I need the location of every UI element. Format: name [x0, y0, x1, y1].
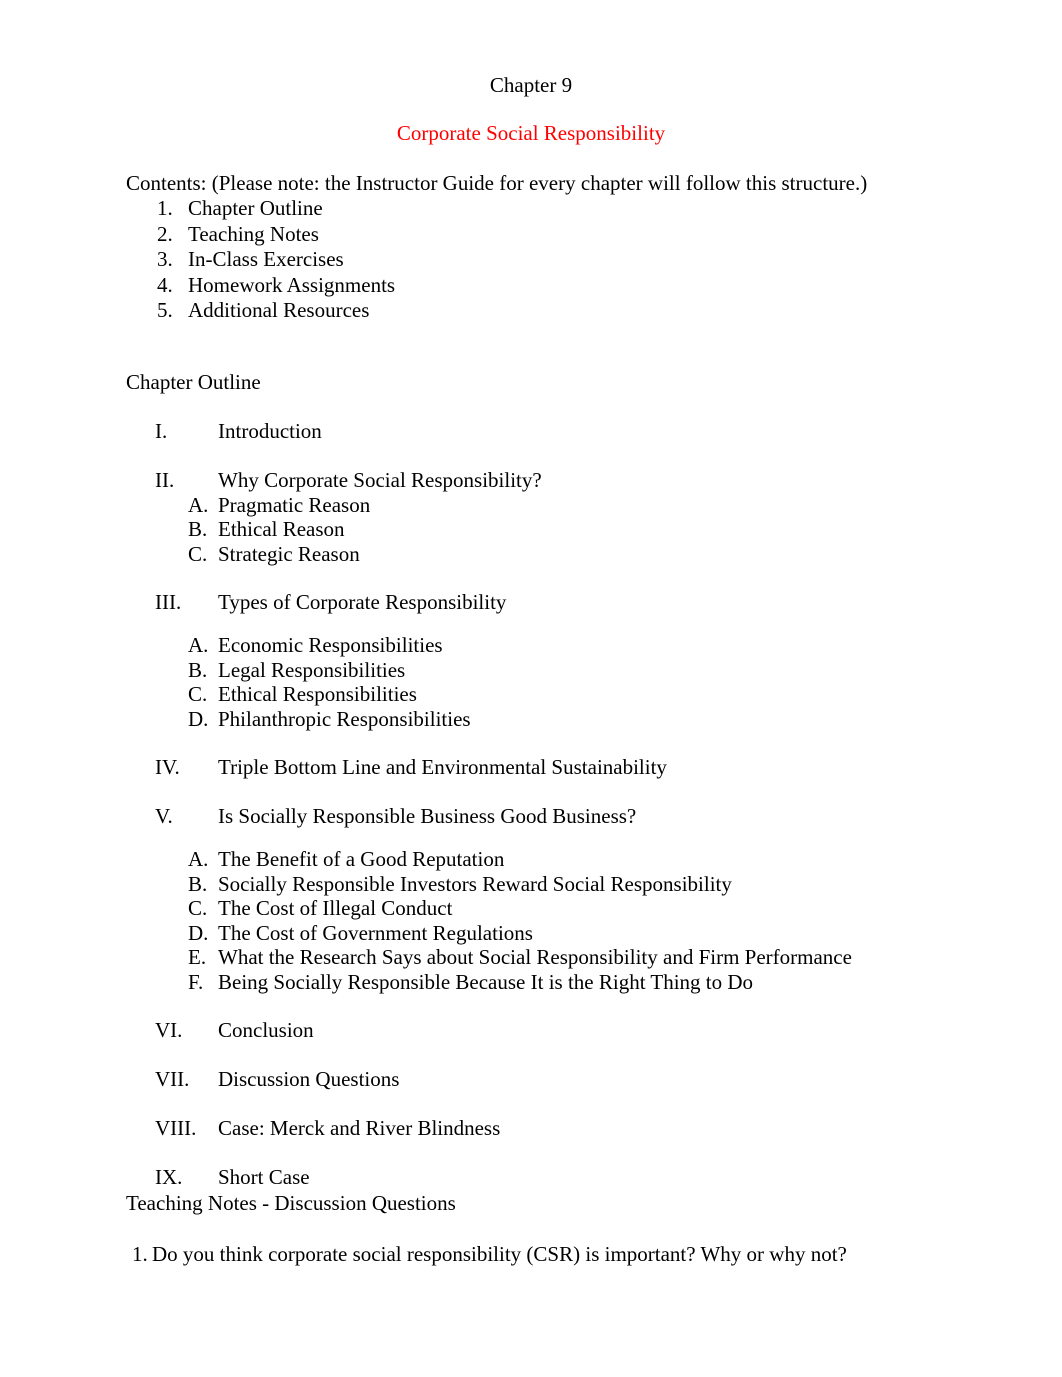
discussion-question: 1. Do you think corporate social responsi… [126, 1216, 1032, 1267]
outline-subitem-letter: B. [188, 517, 208, 541]
outline-subitem: B. Socially Responsible Investors Reward … [126, 872, 1032, 897]
outline-section-title: Why Corporate Social Responsibility? [218, 467, 542, 492]
outline-subitem: B. Legal Responsibilities [126, 658, 1032, 683]
outline-section-numeral: IV. [155, 755, 180, 779]
outline-subitem-label: Economic Responsibilities [218, 633, 443, 657]
outline-subitem-letter: C. [188, 896, 208, 920]
contents-item-label: Teaching Notes [188, 221, 319, 246]
outline-subitem-label: Philanthropic Responsibilities [218, 706, 471, 731]
outline-section-title: Case: Merck and River Blindness [218, 1116, 501, 1140]
outline-subitem-label: What the Research Says about Social Resp… [218, 945, 852, 969]
outline-subitem: E. What the Research Says about Social Re… [126, 945, 1032, 970]
outline-subitem-letter: A. [188, 633, 209, 657]
document-page: Chapter 9 Corporate Social Responsibilit… [0, 0, 1062, 1377]
outline-subitem-letter: B. [188, 657, 208, 682]
contents-item-number: 3. [157, 247, 173, 271]
outline-subitem: A. Economic Responsibilities [126, 633, 1032, 658]
outline-subitem: C. Ethical Responsibilities [126, 682, 1032, 707]
page-title: Chapter 9 [489, 73, 573, 97]
outline-section-numeral: III. [155, 590, 182, 614]
contents-item-label: Homework Assignments [188, 272, 396, 297]
outline-section-title: Introduction [218, 418, 322, 443]
outline-subitem: A. Pragmatic Reason [126, 493, 1032, 518]
contents-list: 1. Chapter Outline 2. Teaching Notes 3. In-Cl… [126, 196, 1032, 324]
contents-item-number: 2. [157, 221, 173, 246]
outline-section: IV. Triple Bottom Line and Environmental … [126, 731, 1032, 780]
outline-subitem-label: Ethical Reason [218, 517, 345, 541]
outline-section-numeral: VII. [155, 1067, 190, 1091]
outline-subitem-label: The Benefit of a Good Reputation [218, 847, 505, 871]
outline-subitem-list: A. The Benefit of a Good Reputation B. Soci… [126, 829, 1032, 994]
outline-section-numeral: II. [155, 467, 175, 492]
outline-subitem: A. The Benefit of a Good Reputation [126, 847, 1032, 872]
outline-subitem-letter: D. [188, 920, 209, 945]
outline-subitem-letter: B. [188, 871, 208, 896]
outline-subitem-letter: A. [188, 847, 209, 871]
outline-subitem-letter: F. [188, 969, 204, 994]
outline-section-numeral: IX. [155, 1165, 183, 1189]
outline-section: II. Why Corporate Social Responsibility? [126, 444, 1032, 493]
outline-subitem-label: Pragmatic Reason [218, 492, 371, 517]
contents-item-number: 4. [157, 272, 173, 297]
discussion-questions-list: 1. Do you think corporate social responsi… [126, 1216, 1032, 1267]
outline-section: VII. Discussion Questions [126, 1043, 1032, 1092]
outline-subitem: D. Philanthropic Responsibilities [126, 707, 1032, 732]
outline-section: IX. Short Case [126, 1141, 1032, 1190]
contents-item-label: Additional Resources [188, 298, 370, 322]
contents-list-item: 5. Additional Resources [126, 298, 1032, 324]
outline-subitem-label: The Cost of Illegal Conduct [218, 896, 453, 920]
outline-section-numeral: I. [155, 418, 168, 443]
outline-section-title: Is Socially Responsible Business Good Bu… [218, 804, 637, 828]
outline-subitem-letter: D. [188, 706, 209, 731]
contents-list-item: 1. Chapter Outline [126, 196, 1032, 222]
outline-subitem: C. The Cost of Illegal Conduct [126, 896, 1032, 921]
document-subtitle: Corporate Social Responsibility [396, 121, 666, 145]
outline-subitem-label: Being Socially Responsible Because It is… [218, 969, 754, 994]
outline-subitem: F. Being Socially Responsible Because It … [126, 970, 1032, 995]
outline-section-numeral: VIII. [155, 1116, 197, 1140]
outline-section: V. Is Socially Responsible Business Good … [126, 780, 1032, 829]
outline-section-numeral: V. [155, 804, 173, 828]
outline-subitem-letter: E. [188, 945, 207, 969]
teaching-notes-heading: Teaching Notes - Discussion Questions [126, 1191, 456, 1215]
contents-list-item: 4. Homework Assignments [126, 273, 1032, 299]
outline-subitem-label: Legal Responsibilities [218, 657, 406, 682]
outline-section: VIII. Case: Merck and River Blindness [126, 1092, 1032, 1141]
outline-subitem-label: The Cost of Government Regulations [218, 920, 533, 945]
outline-subitem: D. The Cost of Government Regulations [126, 921, 1032, 946]
discussion-question-text: Do you think corporate social responsibi… [152, 1242, 847, 1266]
outline-subitem: B. Ethical Reason [126, 517, 1032, 542]
contents-item-label: In-Class Exercises [188, 247, 344, 271]
contents-list-item: 2. Teaching Notes [126, 222, 1032, 248]
outline-subitem-label: Socially Responsible Investors Reward So… [218, 871, 732, 896]
document-body: Contents: (Please note: the Instructor G… [0, 146, 1062, 1267]
contents-intro: Contents: (Please note: the Instructor G… [126, 171, 868, 195]
outline-section-title: Short Case [218, 1165, 310, 1189]
contents-item-label: Chapter Outline [188, 196, 323, 220]
outline-subitem-label: Strategic Reason [218, 541, 360, 566]
outline-subitem-list: A. Pragmatic Reason B. Ethical Reason C. Stra… [126, 493, 1032, 567]
outline-subitem: C. Strategic Reason [126, 542, 1032, 567]
outline-section: VI. Conclusion [126, 994, 1032, 1043]
discussion-question-number: 1. [132, 1242, 148, 1266]
contents-item-number: 5. [157, 298, 173, 322]
outline-section: I. Introduction [126, 395, 1032, 444]
contents-item-number: 1. [157, 196, 173, 220]
outline-section-title: Discussion Questions [218, 1067, 400, 1091]
outline-section-title: Triple Bottom Line and Environmental Sus… [218, 755, 667, 779]
outline-section: III. Types of Corporate Responsibility [126, 566, 1032, 615]
contents-list-item: 3. In-Class Exercises [126, 247, 1032, 273]
outline-subitem-letter: A. [188, 492, 209, 517]
chapter-outline-heading: Chapter Outline [126, 369, 261, 394]
outline-subitem-list: A. Economic Responsibilities B. Legal Respo… [126, 615, 1032, 731]
chapter-outline-list: I. Introduction II. Why Corporate Social Re… [126, 395, 1032, 1191]
outline-subitem-label: Ethical Responsibilities [218, 682, 417, 706]
outline-section-numeral: VI. [155, 1018, 183, 1042]
outline-section-title: Conclusion [218, 1018, 314, 1042]
outline-section-title: Types of Corporate Responsibility [218, 590, 507, 614]
outline-subitem-letter: C. [188, 682, 208, 706]
outline-subitem-letter: C. [188, 541, 208, 566]
